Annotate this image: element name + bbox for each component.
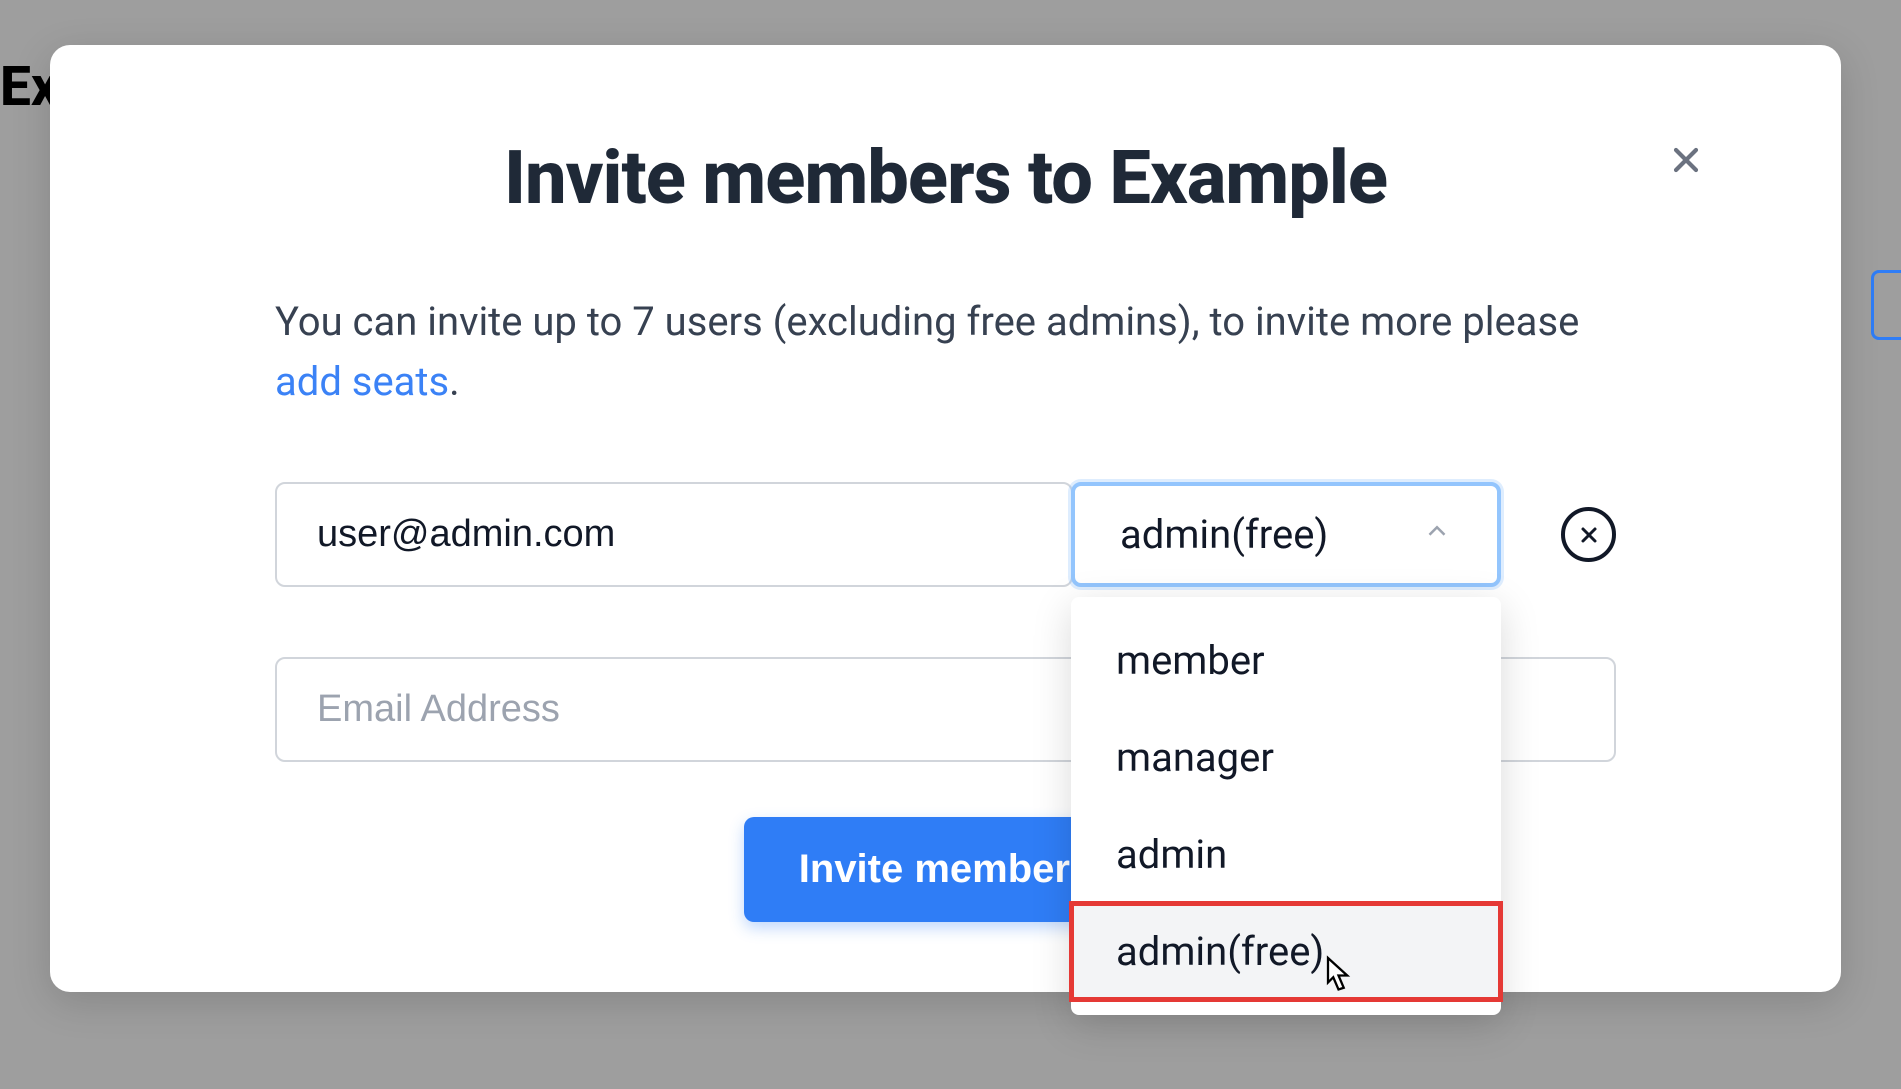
description-text-prefix: You can invite up to 7 users (excluding …	[275, 298, 1579, 345]
close-icon	[1666, 140, 1706, 180]
role-option-admin-free-label: admin(free)	[1116, 928, 1324, 975]
background-edge-element	[1871, 270, 1901, 340]
add-seats-link[interactable]: add seats	[275, 358, 449, 405]
role-select-wrapper: admin(free) member manager admin admin(f…	[1073, 482, 1501, 587]
role-option-admin-free[interactable]: admin(free)	[1071, 903, 1501, 1000]
email-input-1[interactable]	[275, 482, 1073, 587]
close-button[interactable]	[1661, 135, 1711, 185]
remove-row-button[interactable]	[1561, 507, 1616, 562]
chevron-up-icon	[1422, 516, 1452, 553]
role-select-value: admin(free)	[1120, 511, 1328, 558]
role-select[interactable]: admin(free)	[1071, 482, 1501, 587]
modal-description: You can invite up to 7 users (excluding …	[275, 292, 1616, 412]
close-icon	[1577, 523, 1601, 547]
role-option-member[interactable]: member	[1071, 612, 1501, 709]
invite-row-1: admin(free) member manager admin admin(f…	[275, 482, 1616, 587]
invite-members-modal: Invite members to Example You can invite…	[50, 45, 1841, 992]
role-option-manager[interactable]: manager	[1071, 709, 1501, 806]
modal-title: Invite members to Example	[275, 135, 1616, 222]
role-option-admin[interactable]: admin	[1071, 806, 1501, 903]
description-text-suffix: .	[449, 358, 460, 405]
role-dropdown-menu: member manager admin admin(free)	[1071, 597, 1501, 1015]
